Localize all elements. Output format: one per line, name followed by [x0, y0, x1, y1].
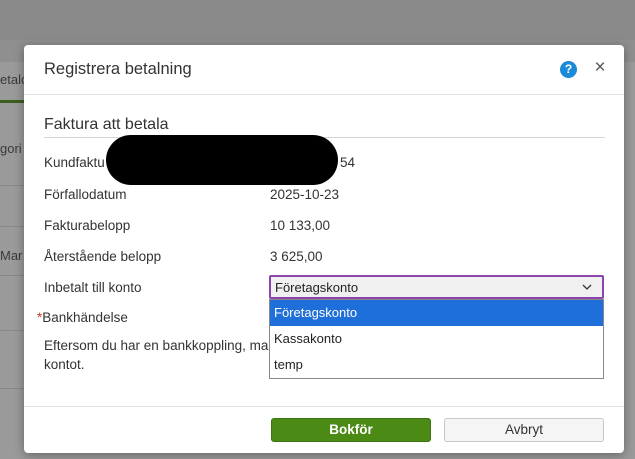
due-date-label: Förfallodatum [44, 187, 127, 202]
bank-event-label-text: Bankhändelse [42, 310, 128, 325]
redaction-mark [106, 135, 338, 185]
register-payment-dialog: Registrera betalning ? × Faktura att bet… [24, 45, 624, 453]
invoice-amount-value: 10 133,00 [270, 218, 331, 233]
dialog-header: Registrera betalning ? × [24, 45, 624, 95]
background-tab-underline [0, 100, 26, 103]
book-button[interactable]: Bokför [271, 418, 431, 442]
chevron-down-icon [582, 284, 592, 290]
due-date-value: 2025-10-23 [270, 187, 340, 202]
invoice-number-value: 54 [340, 155, 356, 170]
account-select[interactable]: Företagskonto [269, 275, 604, 299]
account-option[interactable]: temp [270, 352, 603, 378]
dialog-title: Registrera betalning [44, 60, 192, 78]
remaining-amount-label: Återstående belopp [44, 249, 162, 264]
account-select-value: Företagskonto [275, 280, 359, 295]
account-option[interactable]: Kassakonto [270, 326, 603, 352]
account-option[interactable]: Företagskonto [270, 300, 603, 326]
background-row-text: Mar [0, 248, 23, 263]
account-dropdown-list: Företagskonto Kassakonto temp [269, 299, 604, 379]
bank-event-label: *Bankhändelse [37, 310, 128, 325]
info-text-line-2: kontot. [44, 357, 85, 372]
close-icon[interactable]: × [591, 58, 609, 78]
invoice-number-label: Kundfaktu [44, 155, 105, 170]
app-topbar [0, 0, 635, 40]
paid-to-account-label: Inbetalt till konto [44, 280, 142, 295]
help-icon[interactable]: ? [560, 61, 577, 78]
cancel-button[interactable]: Avbryt [444, 418, 604, 442]
remaining-amount-value: 3 625,00 [270, 249, 323, 264]
info-text-line-1: Eftersom du har en bankkoppling, ma [44, 338, 269, 353]
background-row-text: gori [0, 141, 22, 156]
footer-divider [24, 406, 624, 407]
section-title: Faktura att betala [44, 116, 169, 133]
invoice-amount-label: Fakturabelopp [44, 218, 131, 233]
